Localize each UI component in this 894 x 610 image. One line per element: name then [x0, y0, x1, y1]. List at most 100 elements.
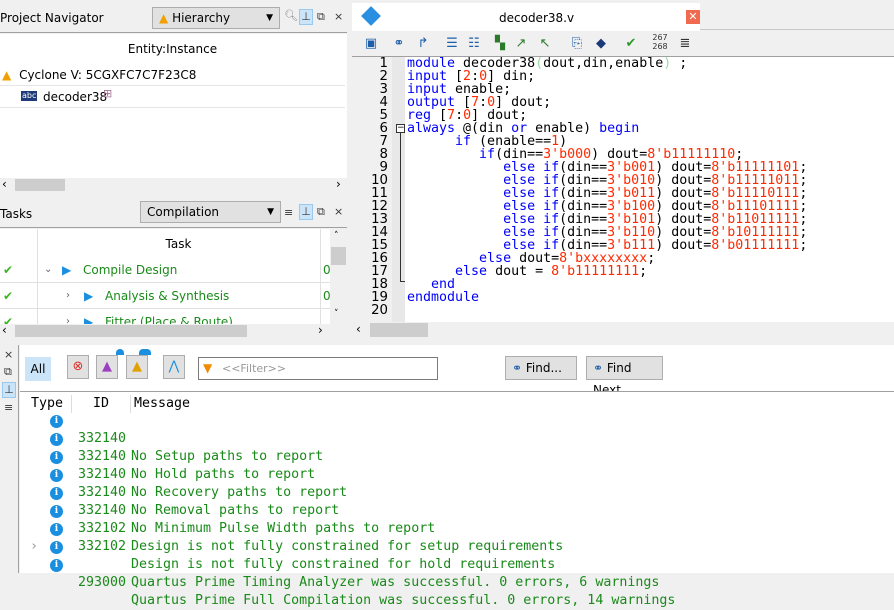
message-row[interactable]: i 332102 Design is not fully constrained… [20, 502, 894, 554]
column-message[interactable]: Message [134, 395, 190, 413]
goto-icon[interactable]: ↱ [414, 35, 432, 53]
task-row[interactable]: ✔ › ▶ Fitter (Place & Route) [0, 309, 330, 325]
editor-horizontal-scrollbar[interactable]: ‹ [352, 322, 894, 338]
wrap-icon[interactable]: ≣ [676, 35, 694, 53]
filter-critical-warning-button[interactable]: ▲ [96, 355, 118, 379]
entity-column-header: Entity:Instance [127, 42, 218, 56]
scrollbar-thumb[interactable] [15, 179, 65, 191]
scroll-down-icon[interactable]: ˅ [334, 309, 339, 319]
message-row[interactable]: i 332140 No Minimum Pulse Width paths to… [20, 484, 894, 536]
float-icon[interactable]: ⧉ [4, 365, 12, 379]
search-icon[interactable]: 🔍︎ [284, 9, 298, 22]
menu-icon[interactable]: ≡ [4, 401, 13, 414]
code-content[interactable]: module decoder38(dout,din,enable) ; input… [407, 57, 807, 317]
hierarchy-dropdown[interactable]: ▲ Hierarchy ▼ [152, 7, 280, 29]
close-icon[interactable]: × [334, 10, 343, 23]
message-row[interactable]: i 332140 No Hold paths to report [20, 430, 894, 482]
message-row[interactable]: i 332140 No Removal paths to report [20, 466, 894, 518]
pin-icon[interactable]: ⊥ [2, 382, 16, 398]
tasks-vertical-scrollbar[interactable]: ˄ ˅ [330, 229, 347, 325]
filter-error-button[interactable]: ⊗ [67, 355, 89, 379]
message-row[interactable]: › i Quartus Prime Timing Analyzer was suc… [20, 538, 894, 590]
float-icon[interactable]: ⧉ [317, 10, 325, 24]
line-counter-bottom: 268 [652, 42, 668, 51]
info-icon: i [50, 505, 63, 518]
task-row[interactable]: ✔ › ▶ Analysis & Synthesis 0 [0, 283, 331, 309]
task-row[interactable]: ✔ ⌄ ▶ Compile Design 0 [0, 257, 331, 283]
code-editor[interactable]: 1 2 3 4 5 6 7 8 9 10 11 12 13 14 15 16 17 18 19 20 − module… [352, 56, 894, 323]
pin-icon[interactable]: ⊥ [299, 9, 313, 25]
message-row[interactable]: i 293000 Quartus Prime Full Compilation … [20, 556, 894, 608]
tasks-horizontal-scrollbar[interactable]: ‹ › [0, 323, 330, 338]
editor-tab-label: decoder38.v [499, 11, 575, 25]
code-token: ; [671, 56, 688, 71]
message-row[interactable]: i 332140 No Setup paths to report [20, 412, 894, 464]
messages-header: Type ID Message [20, 395, 894, 413]
flow-dropdown[interactable]: Compilation ▼ [140, 201, 281, 223]
find-button[interactable]: ⚭ Find... [505, 356, 577, 380]
filter-warning-button[interactable]: ▲ [126, 355, 148, 379]
scrollbar-thumb[interactable] [15, 325, 247, 337]
filter-funnel-icon: ▼ [203, 361, 213, 375]
message-row[interactable]: i 332102 Design is not fully constrained… [20, 520, 894, 572]
binoculars-icon: ⚭ [512, 361, 523, 375]
device-item[interactable]: ▲ Cyclone V: 5CGXFC7C7F23C8 [0, 64, 345, 86]
float-icon[interactable]: ⧉ [317, 205, 325, 219]
messages-toolbar: All ⊗ ▲ ▲ ⋀ ▼ <<Filter>> ⚭ Find... ⚭ Fin… [20, 345, 894, 397]
code-line[interactable]: endmodule [407, 291, 807, 304]
chevron-down-icon[interactable]: ⌄ [44, 257, 52, 283]
column-type[interactable]: Type [31, 395, 63, 413]
code-line[interactable] [407, 304, 807, 317]
bookmark-icon[interactable]: ▚ [491, 35, 509, 53]
scroll-right-icon[interactable]: › [336, 177, 341, 191]
scrollbar-thumb[interactable] [331, 247, 346, 265]
scroll-left-icon[interactable]: ‹ [2, 323, 7, 337]
code-line[interactable]: else dout = 8'b11111111; [407, 265, 807, 278]
next-bookmark-icon[interactable]: ↗ [512, 35, 530, 53]
editor-tab[interactable]: decoder38.v ✕ [352, 3, 700, 31]
check-syntax-icon[interactable]: ✔ [622, 35, 640, 53]
scrollbar-thumb[interactable] [370, 323, 428, 337]
close-icon[interactable]: × [4, 348, 13, 361]
filter-placeholder: <<Filter>> [222, 362, 287, 375]
find-label: Find... [525, 361, 562, 375]
chevron-down-icon: ▼ [267, 207, 274, 217]
scroll-up-icon[interactable]: ˄ [334, 231, 339, 241]
scroll-right-icon[interactable]: › [318, 323, 323, 337]
navigator-horizontal-scrollbar[interactable]: ‹ › [0, 177, 347, 192]
info-icon: i [50, 487, 63, 500]
code-token: ; [799, 238, 808, 253]
filter-input[interactable]: ▼ <<Filter>> [198, 357, 438, 380]
line-numbers-icon[interactable]: 267 268 [650, 33, 670, 51]
indent-icon[interactable]: ☰ [443, 35, 461, 53]
menu-icon[interactable]: ≡ [284, 206, 293, 219]
filter-all-button[interactable]: All [25, 357, 51, 381]
chevron-right-icon[interactable]: › [66, 309, 70, 325]
project-navigator-body: Entity:Instance ▲ Cyclone V: 5CGXFC7C7F2… [0, 34, 347, 178]
insert-template-icon[interactable]: ◆ [592, 35, 610, 53]
messages-side-strip: × ⧉ ⊥ ≡ [0, 345, 19, 573]
entity-item[interactable]: abc decoder38 ⊞ [0, 86, 345, 108]
close-tab-icon[interactable]: ✕ [686, 10, 700, 24]
fold-collapse-icon[interactable]: − [396, 124, 405, 133]
toggle-view-icon[interactable]: ▣ [362, 35, 380, 53]
hierarchy-icon: ▲ [159, 11, 169, 25]
info-icon: i [50, 451, 63, 464]
scroll-left-icon[interactable]: ‹ [2, 177, 7, 191]
scroll-left-icon[interactable]: ‹ [356, 322, 361, 336]
attach-icon[interactable]: ⎘ [568, 35, 586, 53]
chevron-right-icon[interactable]: › [30, 538, 38, 556]
filter-info-button[interactable]: ⋀ [163, 355, 185, 379]
unindent-icon[interactable]: ☷ [465, 35, 483, 53]
close-icon[interactable]: × [334, 205, 343, 218]
find-binoculars-icon[interactable]: ⚭ [390, 35, 408, 53]
message-row[interactable]: i 332140 No Recovery paths to report [20, 448, 894, 500]
info-icon: i [50, 415, 63, 428]
line-number-gutter: 1 2 3 4 5 6 7 8 9 10 11 12 13 14 15 16 17 18 19 20 [352, 57, 392, 323]
column-id[interactable]: ID [93, 395, 109, 413]
task-column-header: Task [165, 237, 192, 251]
pin-icon[interactable]: ⊥ [299, 204, 313, 220]
chevron-right-icon[interactable]: › [66, 283, 70, 309]
prev-bookmark-icon[interactable]: ↖ [536, 35, 554, 53]
find-next-button[interactable]: ⚭ Find Next [586, 356, 663, 397]
